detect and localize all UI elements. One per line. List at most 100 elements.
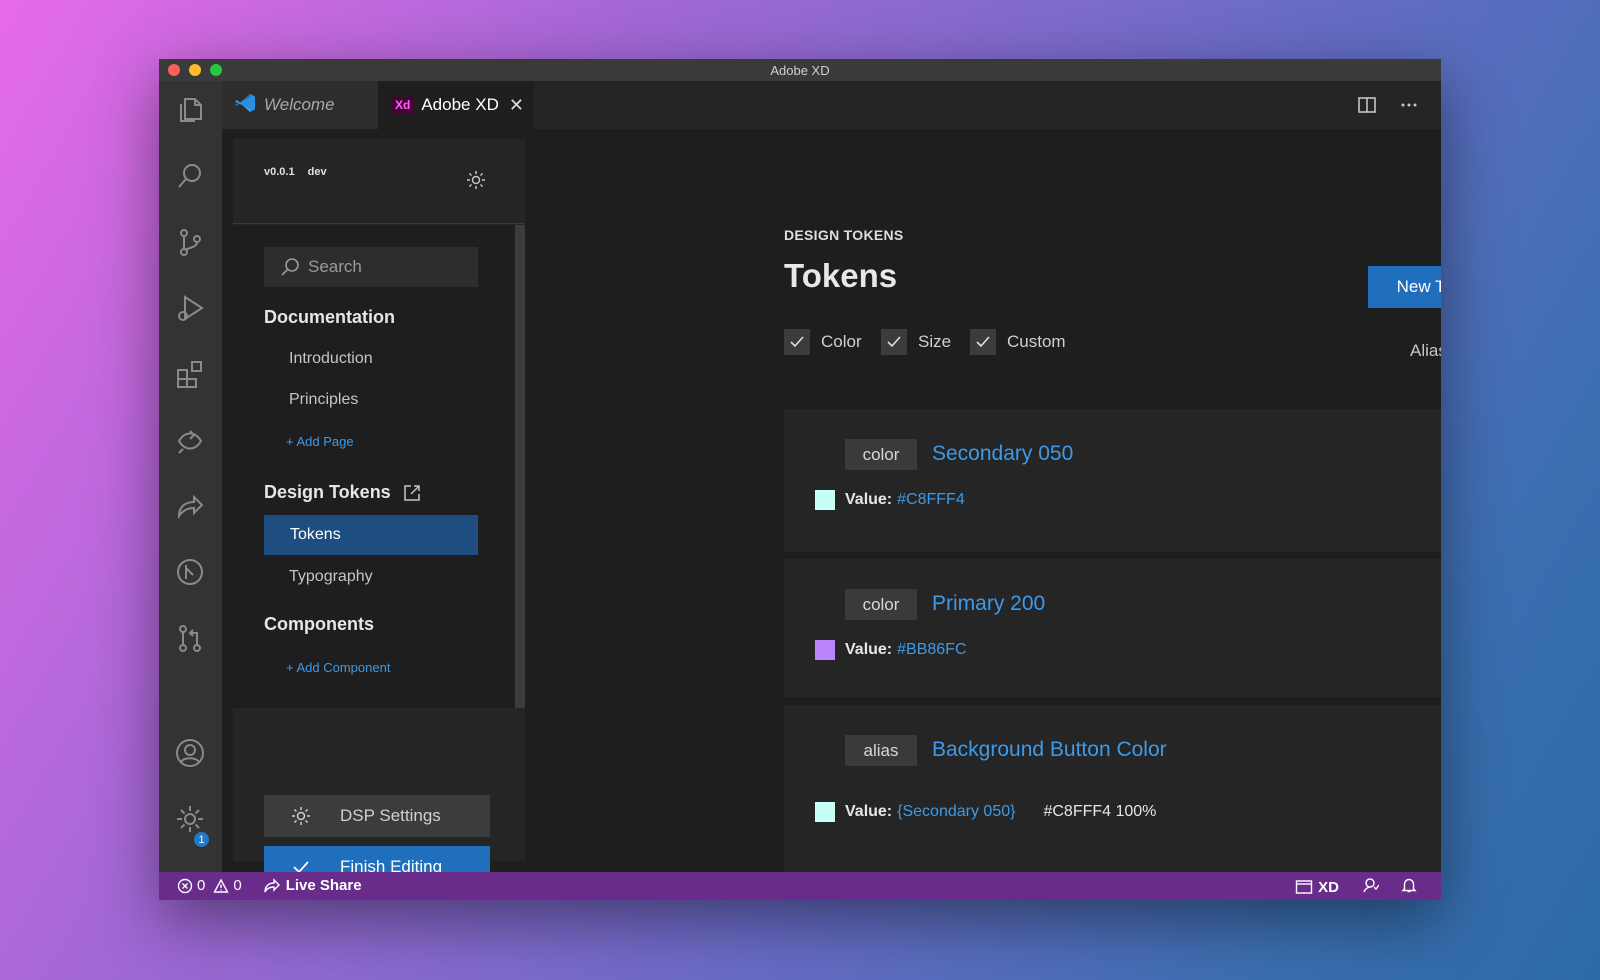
filter-label: Color: [821, 332, 862, 351]
token-value[interactable]: #C8FFF4: [897, 491, 965, 509]
checkbox-size[interactable]: [881, 329, 907, 355]
window-icon: [1295, 880, 1313, 894]
checkmark-icon: [976, 336, 990, 348]
color-swatch: [815, 640, 835, 660]
editor-actions: [1357, 95, 1419, 120]
remote-explorer-icon[interactable]: [173, 423, 207, 457]
window-title: Adobe XD: [770, 62, 830, 78]
activity-bar: 1: [159, 81, 222, 872]
external-link-icon[interactable]: [402, 483, 422, 503]
token-value[interactable]: #BB86FC: [897, 641, 966, 659]
run-debug-icon[interactable]: [173, 291, 207, 325]
add-component-link[interactable]: + Add Component: [286, 660, 390, 675]
add-page-link[interactable]: + Add Page: [286, 434, 354, 449]
dsp-settings-label: DSP Settings: [340, 806, 441, 825]
token-value-row: Value: #BB86FC: [815, 640, 967, 660]
token-type-tag: color: [845, 589, 917, 620]
new-token-button[interactable]: New Token: [1368, 266, 1441, 308]
close-window-button[interactable]: [168, 64, 180, 76]
close-tab-icon[interactable]: ✕: [509, 95, 524, 116]
alias-reference[interactable]: {Secondary 050}: [897, 803, 1015, 821]
aliases-toggle[interactable]: Aliases: [1410, 341, 1441, 361]
settings-gear-icon[interactable]: [173, 802, 207, 836]
token-name[interactable]: Background Button Color: [932, 738, 1167, 762]
token-card[interactable]: color Primary 200 Value: #BB86FC: [784, 559, 1441, 697]
resolved-value: #C8FFF4 100%: [1043, 803, 1157, 820]
page-title: Tokens: [784, 257, 898, 294]
filter-custom[interactable]: Custom: [970, 329, 1066, 355]
filter-size[interactable]: Size: [881, 329, 951, 355]
nav-section-documentation[interactable]: Documentation: [264, 307, 395, 328]
filter-color[interactable]: Color: [784, 329, 862, 355]
panel-settings-gear-icon[interactable]: [465, 169, 487, 191]
source-control-icon[interactable]: [173, 225, 207, 259]
minimize-window-button[interactable]: [189, 64, 201, 76]
token-value-row: Value: #C8FFF4: [815, 490, 965, 510]
split-editor-icon[interactable]: [1357, 95, 1377, 120]
tab-label: Adobe XD: [421, 95, 499, 114]
tab-adobe-xd[interactable]: Xd Adobe XD ✕: [378, 81, 534, 129]
live-share-status[interactable]: Live Share: [263, 877, 362, 894]
dsp-settings-button[interactable]: DSP Settings: [264, 795, 490, 837]
nav-item-tokens[interactable]: Tokens: [264, 515, 478, 555]
value-label: Value:: [845, 803, 893, 820]
feedback-icon[interactable]: [1361, 877, 1380, 897]
warning-icon: [213, 878, 230, 893]
problems-indicator[interactable]: 0 0: [177, 877, 242, 894]
version-info: v0.0.1 dev: [264, 166, 327, 178]
warning-count: 0: [233, 877, 242, 894]
search-placeholder: Search: [308, 257, 362, 276]
live-share-label: Live Share: [285, 877, 362, 894]
version-channel: dev: [307, 166, 327, 178]
panel-scrollbar[interactable]: [515, 225, 525, 708]
value-label: Value:: [845, 641, 893, 658]
nav-section-design-tokens[interactable]: Design Tokens: [264, 482, 422, 503]
section-overline: DESIGN TOKENS: [784, 227, 904, 243]
panel-nav: Search Documentation Introduction Princi…: [233, 225, 515, 708]
token-type-tag: color: [845, 439, 917, 470]
search-input[interactable]: Search: [264, 247, 478, 287]
account-icon[interactable]: [173, 736, 207, 770]
token-card[interactable]: alias Background Button Color Value: {Se…: [784, 705, 1441, 882]
nav-section-components[interactable]: Components: [264, 614, 374, 635]
live-share-icon: [263, 877, 280, 892]
search-icon: [281, 258, 299, 276]
aliases-label: Aliases: [1410, 341, 1441, 360]
window-controls: [168, 64, 222, 76]
search-icon[interactable]: [173, 159, 207, 193]
color-swatch: [815, 802, 835, 822]
checkbox-color[interactable]: [784, 329, 810, 355]
timeline-icon[interactable]: [173, 555, 207, 589]
extensions-icon[interactable]: [173, 357, 207, 391]
maximize-window-button[interactable]: [210, 64, 222, 76]
color-swatch: [815, 490, 835, 510]
more-actions-icon[interactable]: [1399, 95, 1419, 120]
checkbox-custom[interactable]: [970, 329, 996, 355]
title-bar: Adobe XD: [159, 59, 1441, 81]
token-card[interactable]: color Secondary 050 Value: #C8FFF4: [784, 409, 1441, 552]
token-name[interactable]: Secondary 050: [932, 442, 1073, 466]
vscode-logo-icon: [234, 93, 256, 118]
xd-status[interactable]: XD: [1295, 879, 1339, 896]
nav-item-typography[interactable]: Typography: [289, 568, 373, 586]
live-share-icon[interactable]: [173, 489, 207, 523]
token-type-tag: alias: [845, 735, 917, 766]
gear-icon: [292, 807, 310, 825]
pull-requests-icon[interactable]: [173, 621, 207, 655]
nav-section-label: Design Tokens: [264, 482, 391, 502]
tab-welcome[interactable]: Welcome: [222, 81, 378, 129]
explorer-icon[interactable]: [173, 93, 207, 127]
token-value-row: Value: {Secondary 050} #C8FFF4 100%: [815, 802, 1156, 822]
nav-item-introduction[interactable]: Introduction: [289, 350, 373, 368]
editor-tab-bar: Welcome Xd Adobe XD ✕: [222, 81, 1441, 129]
xd-logo-icon: Xd: [392, 97, 414, 113]
token-name[interactable]: Primary 200: [932, 592, 1045, 616]
dsp-panel: v0.0.1 dev Search Documentation Introduc…: [233, 139, 525, 888]
status-left: 0 0 Live Share: [177, 877, 362, 894]
value-label: Value:: [845, 491, 893, 508]
panel-header: v0.0.1 dev: [233, 139, 525, 224]
nav-item-principles[interactable]: Principles: [289, 391, 358, 409]
notifications-bell-icon[interactable]: [1401, 877, 1417, 897]
checkmark-icon: [887, 336, 901, 348]
xd-status-label: XD: [1318, 878, 1339, 896]
